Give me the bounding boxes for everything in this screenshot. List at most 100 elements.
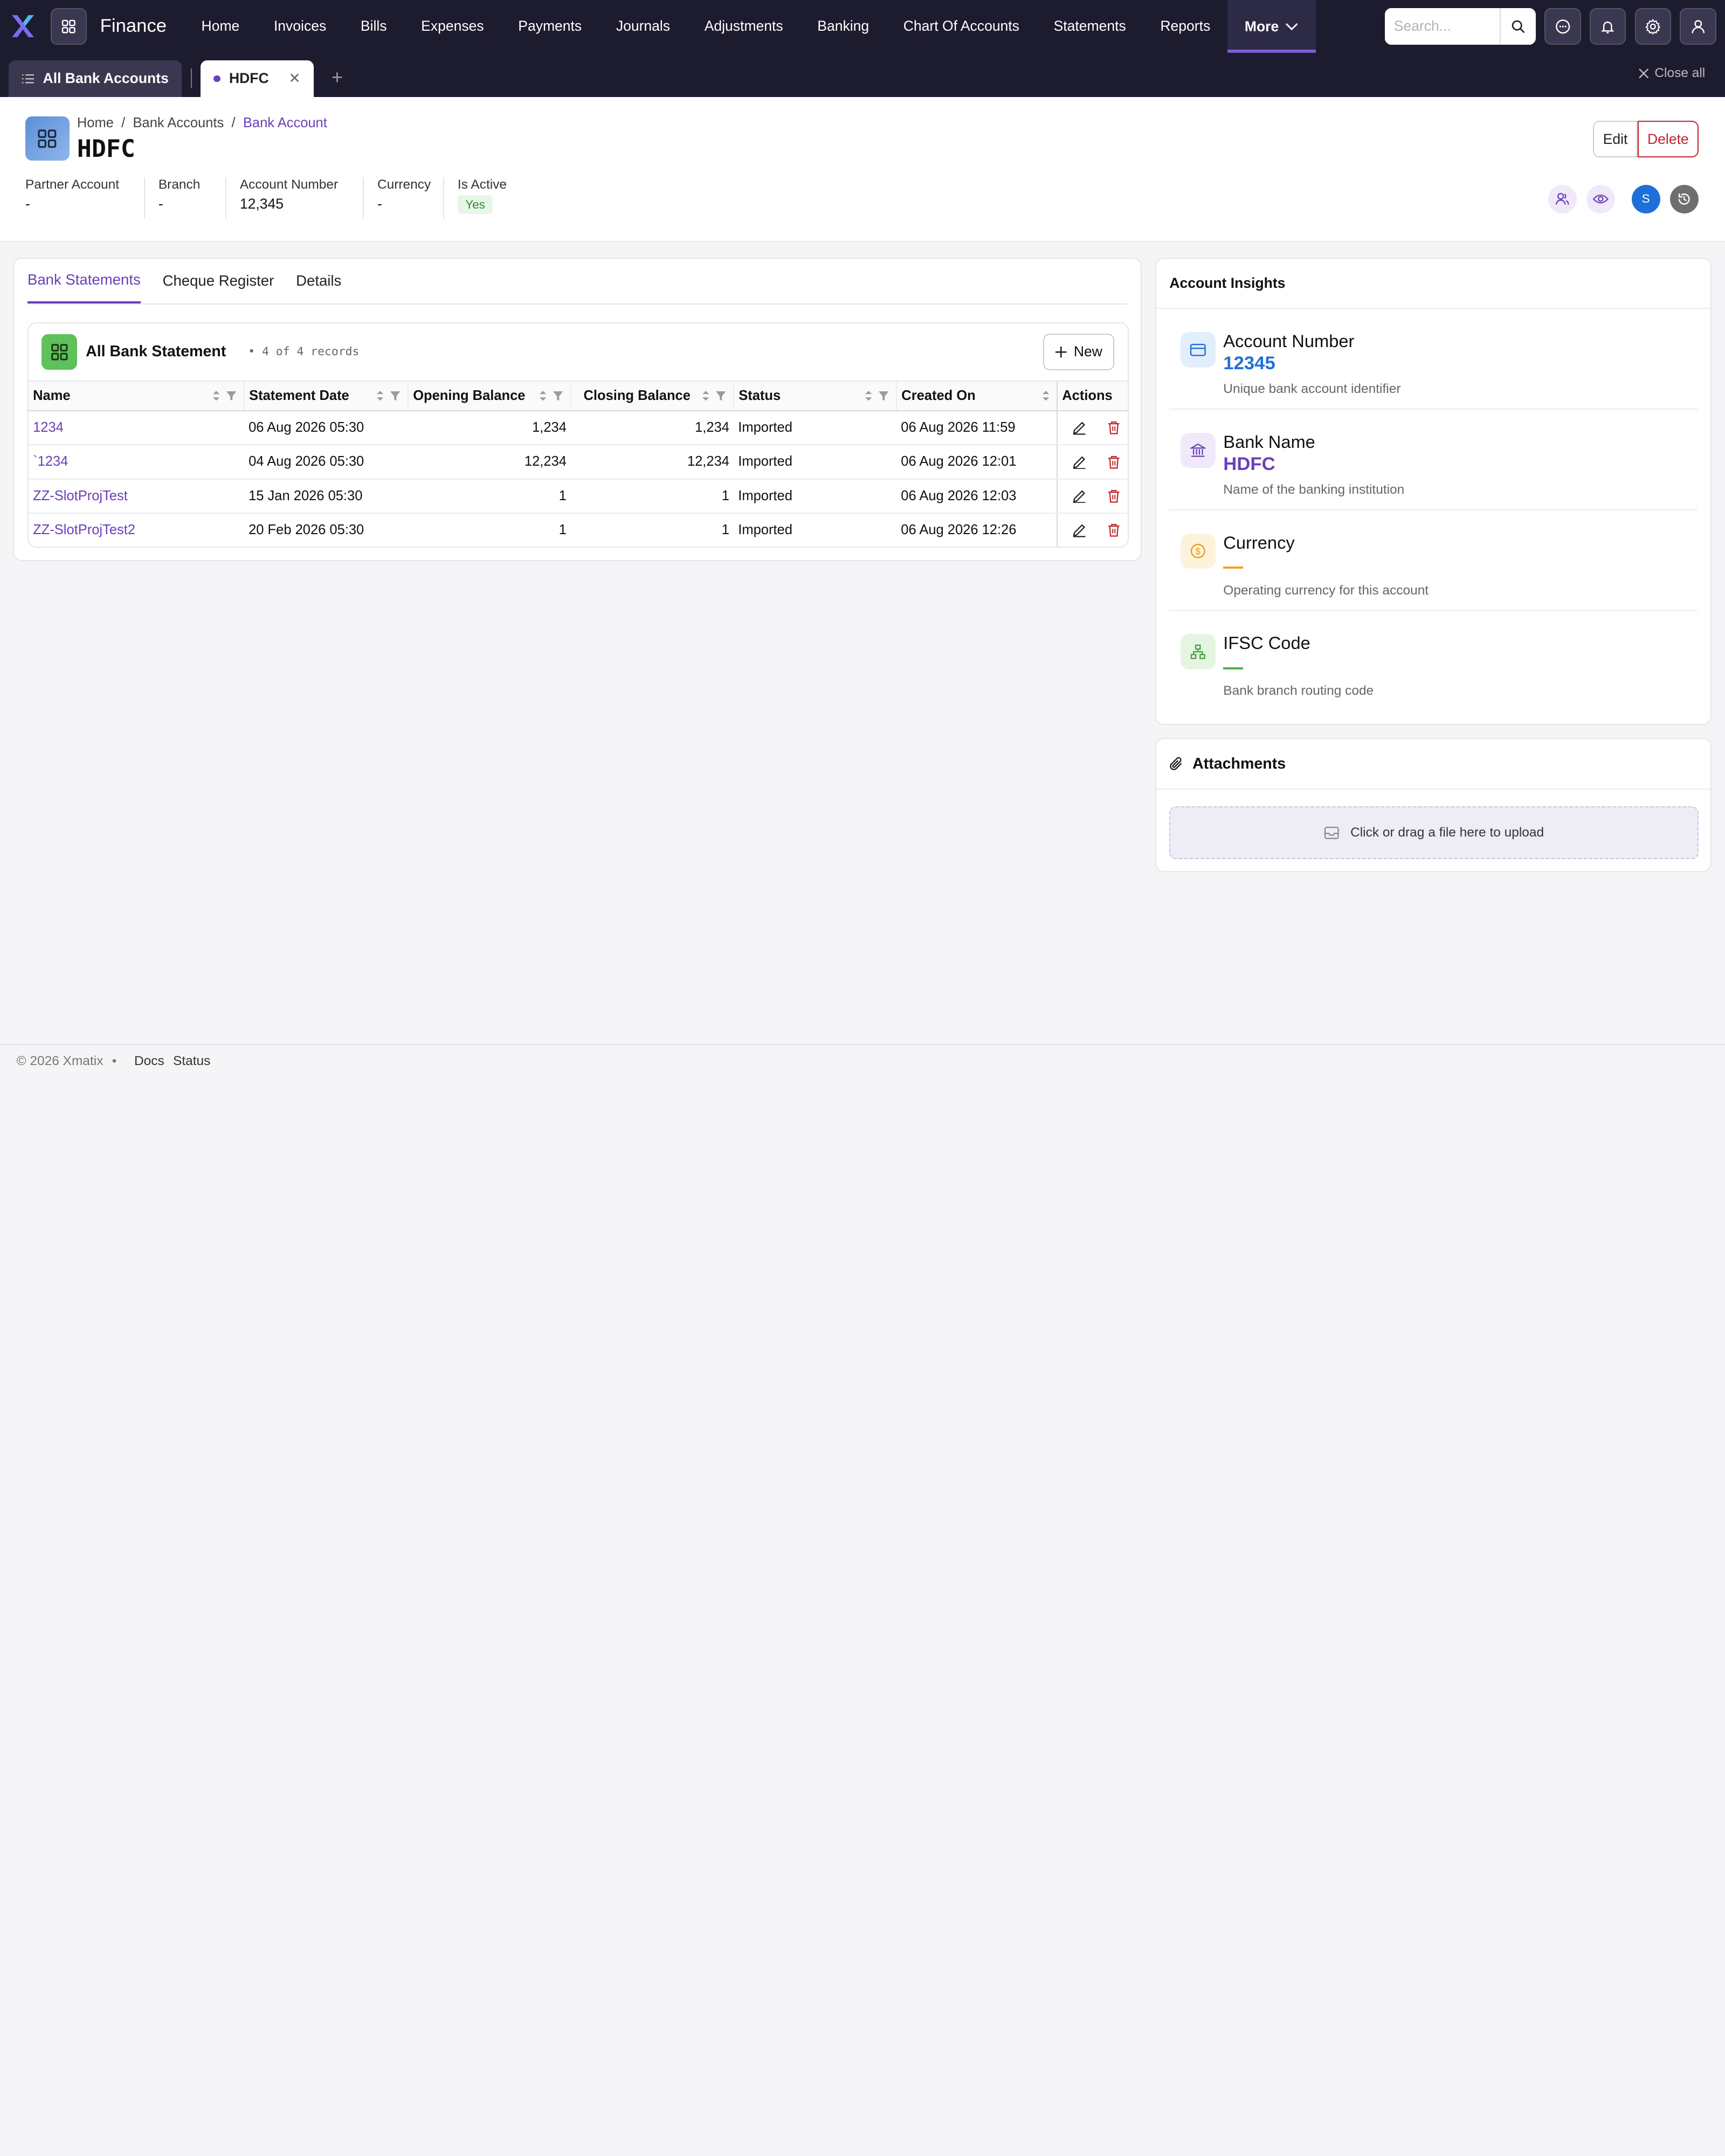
column-header-created-on[interactable]: Created On <box>896 381 1058 412</box>
field-label: Currency <box>377 177 431 192</box>
search-icon <box>1512 20 1525 33</box>
sort-icon[interactable] <box>539 389 547 402</box>
column-header-opening-balance[interactable]: Opening Balance <box>408 381 571 412</box>
tab-bank-statements[interactable]: Bank Statements <box>27 259 141 304</box>
apps-grid-button[interactable] <box>50 8 87 45</box>
table-row: ZZ-SlotProjTest 15 Jan 2026 05:30 1 1 Im… <box>28 479 1128 514</box>
status-cell: Imported <box>734 479 897 514</box>
trash-icon[interactable] <box>1107 523 1120 537</box>
xmatix-logo[interactable] <box>9 12 37 40</box>
nav-journals[interactable]: Journals <box>599 0 687 53</box>
edit-icon[interactable] <box>1072 455 1087 469</box>
attachments-header: Attachments <box>1156 739 1711 790</box>
filter-icon[interactable] <box>226 390 237 401</box>
edit-icon[interactable] <box>1072 489 1087 503</box>
filter-icon[interactable] <box>878 390 889 401</box>
nav-adjustments[interactable]: Adjustments <box>687 0 801 53</box>
edit-icon[interactable] <box>1072 420 1087 435</box>
empty-value-dash <box>1223 667 1244 669</box>
nav-payments[interactable]: Payments <box>501 0 599 53</box>
delete-button[interactable]: Delete <box>1637 121 1699 157</box>
close-all-button[interactable]: Close all <box>1638 66 1705 81</box>
field-value: 12,345 <box>239 195 284 212</box>
tab-cheque-register[interactable]: Cheque Register <box>163 259 296 304</box>
field-is-active: Is Active Yes <box>457 177 520 219</box>
nav-more-label: More <box>1244 18 1279 34</box>
field-value: - <box>25 195 30 212</box>
closing-balance-cell: 1 <box>571 513 734 547</box>
statement-name-link[interactable]: ZZ-SlotProjTest2 <box>28 513 244 547</box>
edit-icon[interactable] <box>1072 523 1087 537</box>
insight-description: Operating currency for this account <box>1223 583 1429 598</box>
search-box <box>1385 8 1536 45</box>
new-statement-button[interactable]: New <box>1043 334 1115 370</box>
record-actions: Edit Delete <box>1593 121 1699 157</box>
history-icon <box>1679 194 1690 205</box>
nav-banking[interactable]: Banking <box>800 0 886 53</box>
nav-statements[interactable]: Statements <box>1037 0 1143 53</box>
statement-name-link[interactable]: `1234 <box>28 445 244 480</box>
filter-icon[interactable] <box>553 390 563 401</box>
file-dropzone[interactable]: Click or drag a file here to upload <box>1169 806 1699 859</box>
nav-more[interactable]: More <box>1227 0 1316 53</box>
followers-button[interactable] <box>1548 184 1577 213</box>
row-actions <box>1057 513 1128 547</box>
insight-description: Bank branch routing code <box>1223 683 1374 699</box>
filter-icon[interactable] <box>715 390 726 401</box>
column-header-actions: Actions <box>1057 381 1128 412</box>
sort-icon[interactable] <box>212 389 220 402</box>
statement-name-link[interactable]: ZZ-SlotProjTest <box>28 479 244 514</box>
nav-actions <box>1385 8 1716 45</box>
status-link[interactable]: Status <box>173 1054 210 1069</box>
tab-hdfc[interactable]: HDFC ✕ <box>200 60 314 97</box>
user-profile-button[interactable] <box>1680 8 1716 45</box>
column-header-closing-balance[interactable]: Closing Balance <box>570 381 734 412</box>
sort-icon[interactable] <box>701 389 710 402</box>
docs-link[interactable]: Docs <box>134 1054 164 1069</box>
column-header-statement-date[interactable]: Statement Date <box>243 381 409 412</box>
table-row: ZZ-SlotProjTest2 20 Feb 2026 05:30 1 1 I… <box>28 513 1128 547</box>
nav-chart-of-accounts[interactable]: Chart Of Accounts <box>886 0 1037 53</box>
chat-button[interactable] <box>1544 8 1581 45</box>
close-all-label: Close all <box>1654 66 1706 81</box>
column-header-status[interactable]: Status <box>733 381 897 412</box>
field-label: Is Active <box>457 177 507 192</box>
statement-date-cell: 15 Jan 2026 05:30 <box>244 479 409 514</box>
nav-home[interactable]: Home <box>184 0 257 53</box>
breadcrumb-home[interactable]: Home <box>77 115 114 130</box>
settings-button[interactable] <box>1634 8 1671 45</box>
bank-account-icon <box>25 116 70 161</box>
panel-tabs: Bank Statements Cheque Register Details <box>27 259 1128 305</box>
avatar[interactable]: S <box>1631 184 1660 213</box>
users-icon <box>1555 193 1569 205</box>
search-button[interactable] <box>1499 8 1536 45</box>
statement-name-link[interactable]: 1234 <box>28 411 244 446</box>
status-cell: Imported <box>734 513 897 547</box>
sort-icon[interactable] <box>864 389 873 402</box>
sort-icon[interactable] <box>1041 389 1050 402</box>
close-tab-icon[interactable]: ✕ <box>288 70 300 87</box>
search-input[interactable] <box>1385 8 1500 45</box>
add-tab-icon[interactable]: + <box>332 66 343 89</box>
tab-details[interactable]: Details <box>296 259 363 304</box>
trash-icon[interactable] <box>1107 455 1120 469</box>
nav-bills[interactable]: Bills <box>343 0 404 53</box>
page-footer: © 2026 Xmatix • Docs Status <box>0 1044 1725 1078</box>
chevron-down-icon <box>1286 23 1298 31</box>
notifications-button[interactable] <box>1590 8 1626 45</box>
column-header-name[interactable]: Name <box>28 381 244 412</box>
history-button[interactable] <box>1669 184 1699 213</box>
trash-icon[interactable] <box>1107 489 1120 503</box>
nav-invoices[interactable]: Invoices <box>257 0 343 53</box>
opening-balance-cell: 1 <box>408 513 571 547</box>
status-badge: Yes <box>457 195 493 214</box>
sort-icon[interactable] <box>376 389 384 402</box>
trash-icon[interactable] <box>1107 420 1120 435</box>
breadcrumb-bank-accounts[interactable]: Bank Accounts <box>133 115 224 130</box>
tab-all-bank-accounts[interactable]: All Bank Accounts <box>9 60 182 97</box>
watch-button[interactable] <box>1586 184 1615 213</box>
nav-expenses[interactable]: Expenses <box>404 0 501 53</box>
edit-button[interactable]: Edit <box>1593 121 1638 157</box>
filter-icon[interactable] <box>390 390 401 401</box>
nav-reports[interactable]: Reports <box>1143 0 1228 53</box>
